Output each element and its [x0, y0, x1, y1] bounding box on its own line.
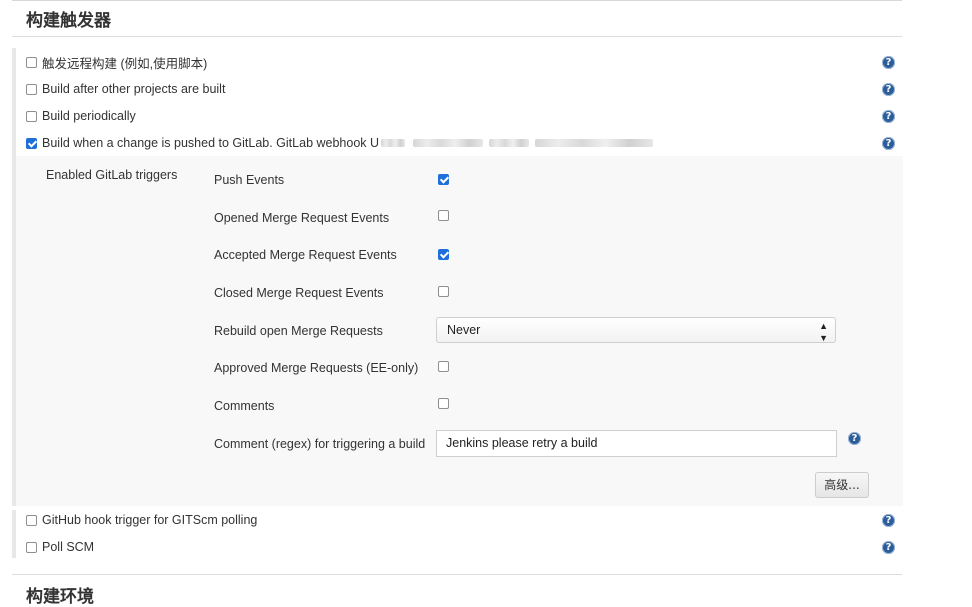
rebuild-open-mr-value: Never — [447, 323, 481, 337]
help-icon[interactable]: ? — [882, 137, 895, 150]
push-events-label: Push Events — [214, 173, 285, 187]
trigger-gitlab-push-label: Build when a change is pushed to GitLab.… — [42, 136, 380, 150]
trigger-gitlab-push-checkbox[interactable] — [26, 137, 37, 149]
comments-checkbox[interactable] — [438, 398, 449, 409]
trigger-after-other-projects-checkbox[interactable] — [26, 83, 37, 95]
help-icon[interactable]: ? — [882, 83, 895, 96]
redacted-url — [413, 139, 484, 147]
trigger-github-hook-label: GitHub hook trigger for GITScm polling — [42, 513, 258, 527]
closed-mr-events-checkbox[interactable] — [438, 286, 449, 297]
redacted-url — [535, 139, 654, 147]
trigger-after-other-projects[interactable]: Build after other projects are built — [26, 80, 225, 98]
trigger-poll-scm[interactable]: Poll SCM — [26, 538, 94, 556]
trigger-github-hook-checkbox[interactable] — [26, 514, 37, 526]
section-divider — [12, 36, 902, 37]
rebuild-open-mr-select[interactable]: Never ▲ ▼ — [436, 317, 836, 343]
trigger-remote-build[interactable]: 触发远程构建 (例如,使用脚本) — [26, 53, 207, 71]
section-title-build-triggers: 构建触发器 — [26, 11, 111, 31]
trigger-build-periodically[interactable]: Build periodically — [26, 107, 136, 125]
accepted-mr-events-label: Accepted Merge Request Events — [214, 248, 397, 262]
trigger-remote-build-label: 触发远程构建 (例如,使用脚本) — [42, 56, 208, 71]
help-icon[interactable]: ? — [882, 541, 895, 554]
select-arrows-icon: ▲ ▼ — [819, 321, 828, 343]
closed-mr-events-label: Closed Merge Request Events — [214, 286, 384, 300]
help-icon[interactable]: ? — [882, 110, 895, 123]
trigger-remote-build-checkbox[interactable] — [26, 56, 37, 68]
comments-label: Comments — [214, 399, 275, 413]
help-icon[interactable]: ? — [848, 432, 861, 445]
help-icon[interactable]: ? — [882, 56, 895, 69]
approved-mr-checkbox[interactable] — [438, 361, 449, 372]
redacted-url — [381, 139, 406, 147]
approved-mr-label: Approved Merge Requests (EE-only) — [214, 361, 419, 375]
advanced-button[interactable]: 高级... — [815, 472, 869, 498]
comment-regex-label: Comment (regex) for triggering a build — [214, 437, 426, 451]
enabled-gitlab-triggers-label: Enabled GitLab triggers — [46, 168, 178, 182]
opened-mr-events-label: Opened Merge Request Events — [214, 211, 390, 225]
redacted-url — [489, 139, 530, 147]
help-icon[interactable]: ? — [882, 514, 895, 527]
section-divider — [12, 574, 902, 575]
section-title-build-env: 构建环境 — [26, 587, 94, 607]
trigger-build-periodically-label: Build periodically — [42, 109, 136, 123]
trigger-poll-scm-checkbox[interactable] — [26, 541, 37, 553]
top-divider — [12, 0, 902, 1]
trigger-gitlab-push[interactable]: Build when a change is pushed to GitLab.… — [26, 134, 654, 152]
trigger-poll-scm-label: Poll SCM — [42, 540, 95, 554]
trigger-build-periodically-checkbox[interactable] — [26, 110, 37, 122]
push-events-checkbox[interactable] — [438, 174, 449, 185]
trigger-after-other-projects-label: Build after other projects are built — [42, 82, 226, 96]
trigger-github-hook[interactable]: GitHub hook trigger for GITScm polling — [26, 511, 257, 529]
rebuild-open-mr-label: Rebuild open Merge Requests — [214, 324, 383, 338]
opened-mr-events-checkbox[interactable] — [438, 210, 449, 221]
accepted-mr-events-checkbox[interactable] — [438, 249, 449, 260]
comment-regex-input[interactable]: Jenkins please retry a build — [436, 430, 837, 457]
section-left-bar — [12, 510, 16, 558]
